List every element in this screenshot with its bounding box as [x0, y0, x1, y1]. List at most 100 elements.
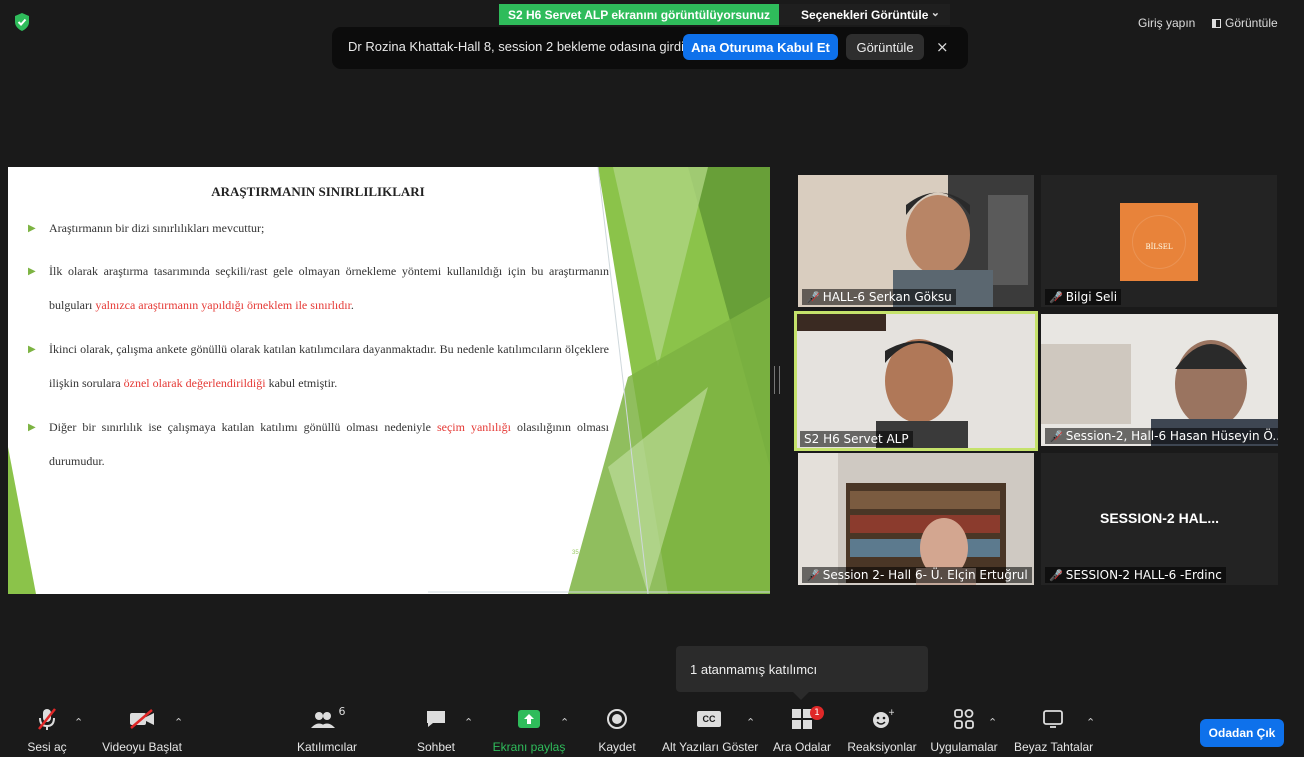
whiteboards-button[interactable]: Beyaz Tahtalar	[1014, 706, 1094, 754]
split-view-resize-handle[interactable]	[774, 366, 780, 394]
participants-label: Katılımcılar	[296, 740, 357, 754]
participant-name: Session-2, Hall-6 Hasan Hüseyin Ö...	[1065, 429, 1278, 443]
view-menu-label: Görüntüle	[1225, 16, 1278, 30]
participant-name-label: 🎤̸ Session 2- Hall 6- Ü. Elçin Ertuğrul	[802, 567, 1032, 583]
slide-title: ARAŞTIRMANIN SINIRLILIKLARI	[211, 184, 425, 199]
breakout-badge: 1	[810, 706, 824, 720]
start-video-button[interactable]: Videoyu Başlat	[100, 706, 184, 754]
muted-mic-icon: 🎤̸	[806, 291, 820, 304]
close-icon[interactable]: ×	[936, 38, 949, 56]
chevron-down-icon: ⌄	[930, 7, 940, 19]
participant-name: S2 H6 Servet ALP	[804, 432, 909, 446]
breakout-rooms-button[interactable]: 1 Ara Odalar	[772, 706, 832, 754]
participant-name-label: 🎤̸ SESSION-2 HALL-6 -Erdinc	[1045, 567, 1226, 583]
start-video-label: Videoyu Başlat	[102, 740, 182, 754]
breakout-rooms-tooltip: 1 atanmamış katılımcı	[676, 646, 928, 692]
video-tile-erdinc[interactable]: SESSION-2 HAL... 🎤̸ SESSION-2 HALL-6 -Erd…	[1041, 453, 1278, 585]
profile-logo-text: BİLSEL	[1145, 243, 1173, 251]
video-tile-hasan[interactable]: 🎤̸ Session-2, Hall-6 Hasan Hüseyin Ö...	[1041, 314, 1278, 446]
bullet-2-end: .	[350, 298, 354, 312]
sign-in-link[interactable]: Giriş yapın	[1138, 16, 1195, 30]
leave-room-button[interactable]: Odadan Çık	[1200, 719, 1284, 747]
view-menu-button[interactable]: Görüntüle	[1212, 16, 1278, 30]
muted-mic-icon: 🎤̸	[1049, 291, 1063, 304]
bullet-icon: ▶	[28, 344, 36, 355]
bullet-icon: ▶	[28, 223, 36, 234]
video-tile-bilgi[interactable]: BİLSEL 🎤̸ Bilgi Seli	[1041, 175, 1277, 307]
unmute-label: Sesi aç	[27, 740, 67, 754]
shared-screen-slide: ARAŞTIRMANIN SINIRLILIKLARI ▶ Araştırman…	[8, 167, 770, 594]
chat-options-caret-icon[interactable]: ⌃	[464, 716, 473, 729]
slide-page-number: 35	[572, 550, 579, 556]
whiteboards-label: Beyaz Tahtalar	[1014, 740, 1094, 754]
waiting-room-message: Dr Rozina Khattak-Hall 8, session 2 bekl…	[348, 39, 685, 54]
apps-label: Uygulamalar	[930, 740, 998, 754]
participant-name-label: 🎤̸ HALL-6 Serkan Göksu	[802, 289, 956, 305]
screen-share-banner: S2 H6 Servet ALP ekranını görüntülüyorsu…	[499, 4, 779, 25]
admit-to-main-session-button[interactable]: Ana Oturuma Kabul Et	[683, 34, 838, 60]
participants-icon: 6	[295, 705, 359, 732]
grid-view-icon	[1212, 19, 1221, 28]
record-icon	[596, 706, 638, 732]
share-screen-icon	[492, 706, 566, 732]
audio-options-caret-icon[interactable]: ⌃	[74, 716, 83, 729]
participant-name: HALL-6 Serkan Göksu	[822, 290, 952, 304]
chat-icon	[414, 706, 458, 732]
bullet-4-highlight: seçim yanlılığı	[436, 420, 511, 434]
share-screen-label: Ekranı paylaş	[492, 740, 566, 754]
chat-button[interactable]: Sohbet	[414, 706, 458, 754]
muted-mic-icon: 🎤̸	[1049, 569, 1063, 582]
chat-label: Sohbet	[416, 740, 456, 754]
whiteboard-icon	[1014, 706, 1092, 732]
participant-name: SESSION-2 HALL-6 -Erdinc	[1065, 568, 1222, 582]
whiteboard-options-caret-icon[interactable]: ⌃	[1086, 716, 1095, 729]
muted-mic-icon: 🎤̸	[806, 569, 820, 582]
reactions-button[interactable]: + Reaksiyonlar	[847, 706, 917, 754]
participant-video	[798, 175, 1034, 307]
tooltip-arrow	[793, 692, 809, 700]
bullet-4-text: Diğer bir sınırlılık ise çalışmaya katıl…	[49, 420, 437, 434]
view-options-dropdown[interactable]: Seçenekleri Görüntüle ⌄	[779, 4, 950, 25]
muted-microphone-icon	[24, 706, 70, 732]
apps-button[interactable]: Uygulamalar	[930, 706, 998, 754]
show-captions-label: Alt Yazıları Göster	[662, 740, 759, 754]
svg-text:+: +	[888, 708, 894, 718]
captions-options-caret-icon[interactable]: ⌃	[746, 716, 755, 729]
participant-video	[798, 453, 1034, 585]
unmute-button[interactable]: Sesi aç	[24, 706, 70, 754]
bullet-icon: ▶	[28, 422, 36, 433]
participant-name-label: 🎤̸ Session-2, Hall-6 Hasan Hüseyin Ö...	[1045, 428, 1278, 444]
record-label: Kaydet	[598, 740, 636, 754]
muted-mic-icon: 🎤̸	[1049, 430, 1063, 443]
record-button[interactable]: Kaydet	[596, 706, 638, 754]
view-options-label: Seçenekleri Görüntüle	[801, 7, 929, 22]
participant-name-label: 🎤̸ Bilgi Seli	[1045, 289, 1122, 305]
closed-captions-icon: CC	[662, 706, 756, 732]
participant-video	[796, 313, 1036, 449]
view-waiting-room-button[interactable]: Görüntüle	[846, 34, 924, 60]
participant-video	[1041, 314, 1278, 446]
breakout-rooms-icon: 1	[772, 706, 832, 732]
slide-bullet-3: İkinci olarak, çalışma ankete gönüllü ol…	[49, 332, 609, 400]
shield-icon[interactable]	[12, 12, 32, 32]
slide-bullet-2: İlk olarak araştırma tasarımında seçkili…	[49, 254, 609, 322]
slide-bullet-4: Diğer bir sınırlılık ise çalışmaya katıl…	[49, 410, 609, 478]
bullet-2-highlight: yalnızca araştırmanın yapıldığı örneklem…	[95, 298, 351, 312]
participant-name-placeholder: SESSION-2 HAL...	[1099, 510, 1220, 526]
breakout-rooms-label: Ara Odalar	[772, 740, 832, 754]
video-options-caret-icon[interactable]: ⌃	[174, 716, 183, 729]
bullet-icon: ▶	[28, 266, 36, 277]
share-screen-button[interactable]: Ekranı paylaş	[492, 706, 566, 754]
share-options-caret-icon[interactable]: ⌃	[560, 716, 569, 729]
apps-options-caret-icon[interactable]: ⌃	[988, 716, 997, 729]
reactions-smiley-icon: +	[847, 706, 917, 732]
show-captions-button[interactable]: CC Alt Yazıları Göster	[662, 706, 759, 754]
reactions-label: Reaksiyonlar	[847, 740, 917, 754]
participant-name-label: S2 H6 Servet ALP	[800, 431, 913, 447]
video-tile-servet-active-speaker[interactable]: S2 H6 Servet ALP	[794, 311, 1038, 451]
participant-name: Session 2- Hall 6- Ü. Elçin Ertuğrul	[822, 568, 1028, 582]
video-tile-serkan[interactable]: 🎤̸ HALL-6 Serkan Göksu	[798, 175, 1034, 307]
video-tile-elcin[interactable]: 🎤̸ Session 2- Hall 6- Ü. Elçin Ertuğrul	[798, 453, 1034, 585]
profile-logo: BİLSEL	[1120, 203, 1198, 281]
participants-button[interactable]: 6 Katılımcılar	[295, 705, 359, 755]
